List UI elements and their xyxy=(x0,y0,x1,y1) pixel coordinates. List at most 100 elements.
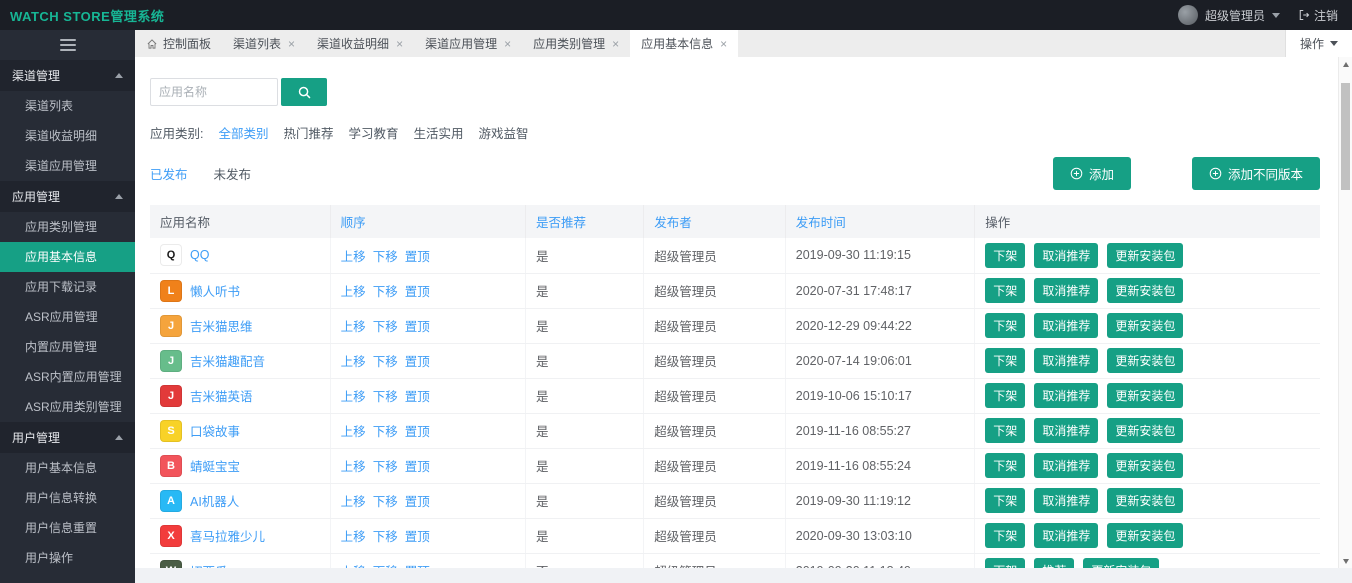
category-games[interactable]: 游戏益智 xyxy=(479,123,529,142)
app-name-link[interactable]: 吉米猫趣配音 xyxy=(190,351,265,370)
pin-top-link[interactable]: 置顶 xyxy=(405,320,430,334)
app-name-link[interactable]: 切西瓜 xyxy=(190,561,228,568)
update-package-button[interactable]: 更新安装包 xyxy=(1107,453,1183,478)
category-life[interactable]: 生活实用 xyxy=(414,123,464,142)
pin-top-link[interactable]: 置顶 xyxy=(405,250,430,264)
search-input[interactable] xyxy=(150,78,278,106)
update-package-button[interactable]: 更新安装包 xyxy=(1107,418,1183,443)
update-package-button[interactable]: 更新安装包 xyxy=(1107,243,1183,268)
sidebar-item-asr-app[interactable]: ASR应用管理 xyxy=(0,302,135,332)
update-package-button[interactable]: 更新安装包 xyxy=(1107,383,1183,408)
sidebar-item-user-info-reset[interactable]: 用户信息重置 xyxy=(0,513,135,543)
move-up-link[interactable]: 上移 xyxy=(341,460,366,474)
sidebar-item-user-basic-info[interactable]: 用户基本信息 xyxy=(0,453,135,483)
move-up-link[interactable]: 上移 xyxy=(341,565,366,568)
column-order[interactable]: 顺序 xyxy=(330,205,525,238)
column-recommended[interactable]: 是否推荐 xyxy=(526,205,644,238)
update-package-button[interactable]: 更新安装包 xyxy=(1107,488,1183,513)
take-down-button[interactable]: 下架 xyxy=(985,348,1025,373)
update-package-button[interactable]: 更新安装包 xyxy=(1083,558,1159,568)
update-package-button[interactable]: 更新安装包 xyxy=(1107,313,1183,338)
recommend-toggle-button[interactable]: 取消推荐 xyxy=(1034,313,1098,338)
take-down-button[interactable]: 下架 xyxy=(985,523,1025,548)
recommend-toggle-button[interactable]: 取消推荐 xyxy=(1034,523,1098,548)
sidebar-item-app-download[interactable]: 应用下载记录 xyxy=(0,272,135,302)
recommend-toggle-button[interactable]: 取消推荐 xyxy=(1034,348,1098,373)
pin-top-link[interactable]: 置顶 xyxy=(405,425,430,439)
app-name-link[interactable]: 喜马拉雅少儿 xyxy=(190,526,265,545)
close-icon[interactable]: × xyxy=(504,37,511,51)
app-name-link[interactable]: QQ xyxy=(190,248,209,262)
update-package-button[interactable]: 更新安装包 xyxy=(1107,348,1183,373)
take-down-button[interactable]: 下架 xyxy=(985,453,1025,478)
move-up-link[interactable]: 上移 xyxy=(341,495,366,509)
move-up-link[interactable]: 上移 xyxy=(341,320,366,334)
recommend-toggle-button[interactable]: 取消推荐 xyxy=(1034,418,1098,443)
tab-app-basic-info[interactable]: 应用基本信息 × xyxy=(630,30,738,57)
take-down-button[interactable]: 下架 xyxy=(985,418,1025,443)
close-icon[interactable]: × xyxy=(720,37,727,51)
take-down-button[interactable]: 下架 xyxy=(985,488,1025,513)
move-down-link[interactable]: 下移 xyxy=(373,250,398,264)
tab-actions-dropdown[interactable]: 操作 xyxy=(1285,30,1352,57)
close-icon[interactable]: × xyxy=(288,37,295,51)
move-up-link[interactable]: 上移 xyxy=(341,425,366,439)
move-down-link[interactable]: 下移 xyxy=(373,320,398,334)
sidebar-item-app-category[interactable]: 应用类别管理 xyxy=(0,212,135,242)
sidebar-item-channel-revenue[interactable]: 渠道收益明细 xyxy=(0,121,135,151)
close-icon[interactable]: × xyxy=(612,37,619,51)
sidebar-item-user-info-transfer[interactable]: 用户信息转换 xyxy=(0,483,135,513)
app-name-link[interactable]: 懒人听书 xyxy=(190,281,240,300)
logout-button[interactable]: 注销 xyxy=(1298,7,1338,24)
take-down-button[interactable]: 下架 xyxy=(985,558,1025,568)
move-down-link[interactable]: 下移 xyxy=(373,565,398,568)
close-icon[interactable]: × xyxy=(396,37,403,51)
move-down-link[interactable]: 下移 xyxy=(373,425,398,439)
tab-channel-revenue[interactable]: 渠道收益明细 × xyxy=(306,30,414,57)
move-down-link[interactable]: 下移 xyxy=(373,460,398,474)
recommend-toggle-button[interactable]: 推荐 xyxy=(1034,558,1074,568)
app-name-link[interactable]: 吉米猫思维 xyxy=(190,316,253,335)
app-name-link[interactable]: 口袋故事 xyxy=(190,421,240,440)
recommend-toggle-button[interactable]: 取消推荐 xyxy=(1034,383,1098,408)
pin-top-link[interactable]: 置顶 xyxy=(405,460,430,474)
move-down-link[interactable]: 下移 xyxy=(373,530,398,544)
pin-top-link[interactable]: 置顶 xyxy=(405,355,430,369)
scroll-up-arrow[interactable] xyxy=(1339,57,1352,71)
recommend-toggle-button[interactable]: 取消推荐 xyxy=(1034,243,1098,268)
category-hot[interactable]: 热门推荐 xyxy=(284,123,334,142)
category-all[interactable]: 全部类别 xyxy=(218,123,268,142)
pin-top-link[interactable]: 置顶 xyxy=(405,495,430,509)
pin-top-link[interactable]: 置顶 xyxy=(405,390,430,404)
user-menu[interactable]: 超级管理员 xyxy=(1178,5,1280,25)
app-name-link[interactable]: 蜻蜓宝宝 xyxy=(190,456,240,475)
move-up-link[interactable]: 上移 xyxy=(341,390,366,404)
sidebar-toggle-button[interactable] xyxy=(0,30,135,60)
category-education[interactable]: 学习教育 xyxy=(349,123,399,142)
pin-top-link[interactable]: 置顶 xyxy=(405,530,430,544)
take-down-button[interactable]: 下架 xyxy=(985,383,1025,408)
move-up-link[interactable]: 上移 xyxy=(341,530,366,544)
move-up-link[interactable]: 上移 xyxy=(341,285,366,299)
move-down-link[interactable]: 下移 xyxy=(373,390,398,404)
update-package-button[interactable]: 更新安装包 xyxy=(1107,523,1183,548)
recommend-toggle-button[interactable]: 取消推荐 xyxy=(1034,278,1098,303)
tab-dashboard[interactable]: 控制面板 xyxy=(135,30,222,57)
sidebar-item-asr-app-category[interactable]: ASR应用类别管理 xyxy=(0,392,135,422)
sidebar-group-app[interactable]: 应用管理 xyxy=(0,181,135,212)
take-down-button[interactable]: 下架 xyxy=(985,278,1025,303)
scrollbar-thumb[interactable] xyxy=(1341,83,1350,190)
sidebar-item-user-operation[interactable]: 用户操作 xyxy=(0,543,135,573)
sidebar-item-channel-app[interactable]: 渠道应用管理 xyxy=(0,151,135,181)
sidebar-item-channel-list[interactable]: 渠道列表 xyxy=(0,91,135,121)
sidebar-item-asr-builtin-app[interactable]: ASR内置应用管理 xyxy=(0,362,135,392)
app-name-link[interactable]: AI机器人 xyxy=(190,491,239,510)
vertical-scrollbar[interactable] xyxy=(1338,57,1352,568)
search-button[interactable] xyxy=(281,78,327,106)
pin-top-link[interactable]: 置顶 xyxy=(405,285,430,299)
sidebar-item-builtin-app[interactable]: 内置应用管理 xyxy=(0,332,135,362)
status-tab-unpublished[interactable]: 未发布 xyxy=(214,164,252,183)
sidebar-item-app-basic-info[interactable]: 应用基本信息 xyxy=(0,242,135,272)
sidebar-group-channel[interactable]: 渠道管理 xyxy=(0,60,135,91)
scroll-down-arrow[interactable] xyxy=(1339,554,1352,568)
